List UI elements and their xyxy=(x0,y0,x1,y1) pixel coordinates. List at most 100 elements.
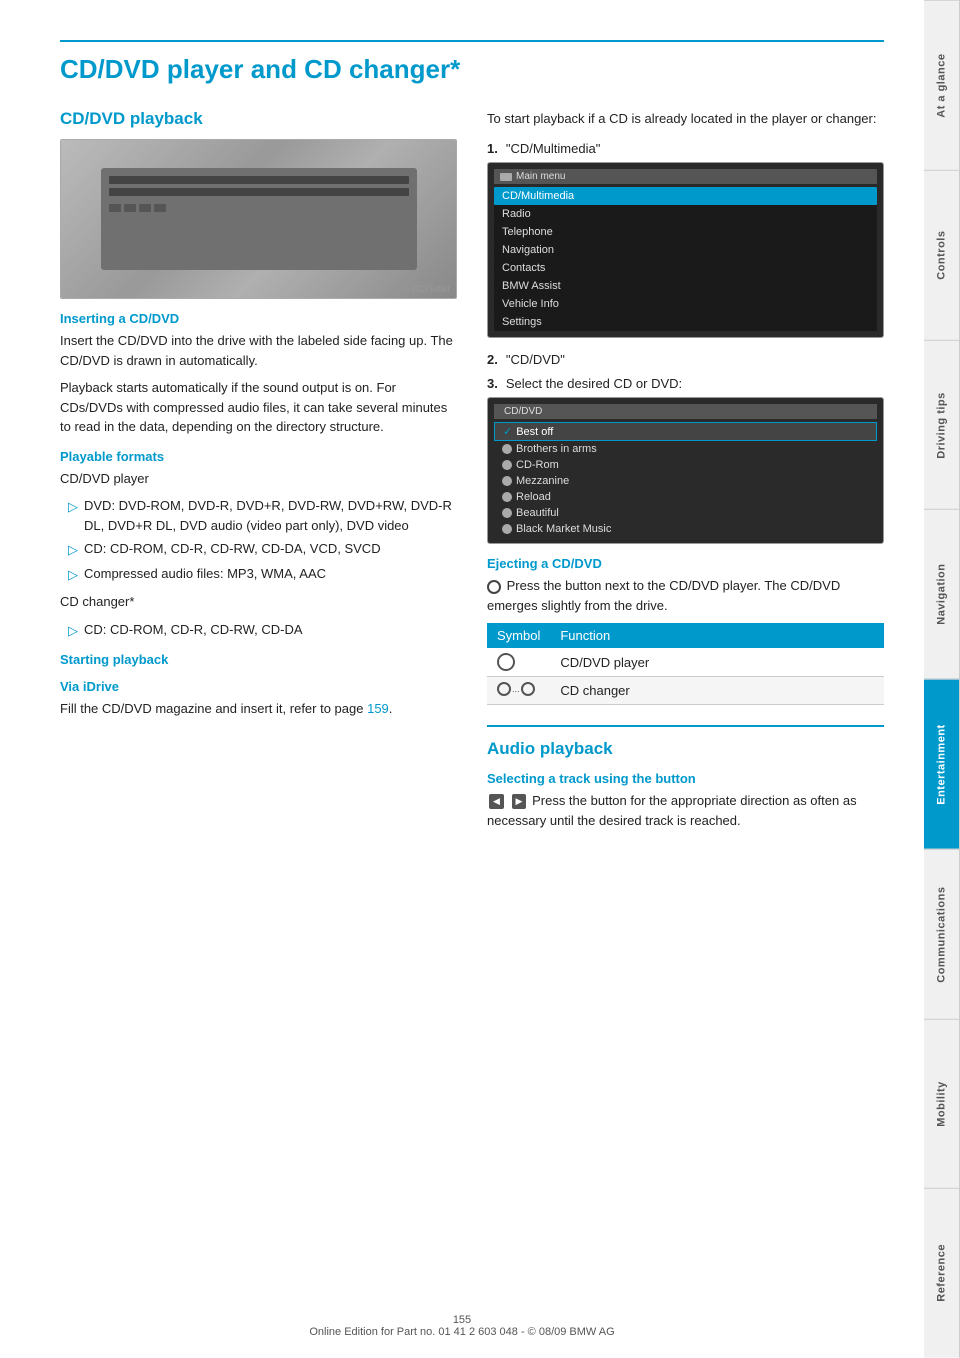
forward-button-icon: ▶ xyxy=(512,794,527,810)
cd-item-black-market: Black Market Music xyxy=(494,521,877,537)
main-menu-title-bar: Main menu xyxy=(494,169,877,184)
page-title: CD/DVD player and CD changer* xyxy=(60,40,884,85)
bullet-arrow-4: ▷ xyxy=(68,621,78,641)
ejecting-heading: Ejecting a CD/DVD xyxy=(487,556,884,571)
bullet-arrow-3: ▷ xyxy=(68,565,78,585)
device-btn-1 xyxy=(109,204,121,212)
cd-item-cdrom: CD-Rom xyxy=(494,457,877,473)
device-buttons xyxy=(109,204,409,212)
audio-playback-section: Audio playback Selecting a track using t… xyxy=(487,725,884,830)
disc-range-icon: ... xyxy=(497,682,535,696)
footer-text: Online Edition for Part no. 01 41 2 603 … xyxy=(309,1326,614,1338)
symbol-cell-1 xyxy=(487,648,550,677)
menu-icon xyxy=(500,173,512,181)
menu-item-telephone: Telephone xyxy=(494,223,877,241)
device-btn-3 xyxy=(139,204,151,212)
playable-formats-heading: Playable formats xyxy=(60,449,457,464)
sidebar-tab-entertainment[interactable]: Entertainment xyxy=(924,679,960,849)
sidebar-tab-driving-tips[interactable]: Driving tips xyxy=(924,340,960,510)
changer-label: CD changer* xyxy=(60,592,457,612)
starting-playback-heading: Starting playback xyxy=(60,652,457,667)
sidebar-tabs: At a glance Controls Driving tips Naviga… xyxy=(924,0,960,1358)
step-3: 3. Select the desired CD or DVD: xyxy=(487,374,884,394)
page-footer: 155 Online Edition for Part no. 01 41 2 … xyxy=(0,1314,924,1338)
disc-icon xyxy=(497,653,515,671)
menu-item-settings: Settings xyxy=(494,313,877,331)
step-3-num: 3. xyxy=(487,374,498,394)
menu-item-vehicle-info: Vehicle Info xyxy=(494,295,877,313)
function-cell-1: CD/DVD player xyxy=(550,648,884,677)
sidebar-tab-communications[interactable]: Communications xyxy=(924,849,960,1019)
changer-cd-bullet-item: ▷ CD: CD-ROM, CD-R, CD-RW, CD-DA xyxy=(68,620,457,641)
inserting-text-2: Playback starts automatically if the sou… xyxy=(60,378,457,437)
function-cell-2: CD changer xyxy=(550,677,884,705)
device-watermark: VECF6494 xyxy=(406,284,450,294)
menu-item-cd-multimedia: CD/Multimedia xyxy=(494,187,877,205)
back-button-icon: ◀ xyxy=(489,794,504,810)
via-idrive-heading: Via iDrive xyxy=(60,679,457,694)
cd-bullet-item: ▷ CD: CD-ROM, CD-R, CD-RW, CD-DA, VCD, S… xyxy=(68,539,457,560)
selecting-track-heading: Selecting a track using the button xyxy=(487,771,884,786)
step-1-text: "CD/Multimedia" xyxy=(506,139,600,159)
sidebar-tab-controls[interactable]: Controls xyxy=(924,170,960,340)
eject-icon xyxy=(487,580,501,594)
changer-cd-bullet-text: CD: CD-ROM, CD-R, CD-RW, CD-DA xyxy=(84,620,303,641)
cd-item-beautiful: Beautiful xyxy=(494,505,877,521)
selecting-track-text: ◀ ▶ Press the button for the appropriate… xyxy=(487,791,884,830)
ejecting-text-content: Press the button next to the CD/DVD play… xyxy=(487,578,840,613)
device-drawing xyxy=(101,168,417,271)
left-column: CD/DVD playback VECF6494 xyxy=(60,109,457,838)
step-3-text: Select the desired CD or DVD: xyxy=(506,374,682,394)
dvd-bullet-item: ▷ DVD: DVD-ROM, DVD-R, DVD+R, DVD-RW, DV… xyxy=(68,496,457,535)
audio-playback-heading: Audio playback xyxy=(487,739,884,759)
page-link-159[interactable]: 159 xyxy=(367,701,389,716)
main-menu-title: Main menu xyxy=(516,171,565,182)
symbol-cell-2: ... xyxy=(487,677,550,705)
sidebar-tab-mobility[interactable]: Mobility xyxy=(924,1019,960,1189)
cd-item-best-off: ✓ Best off xyxy=(494,422,877,441)
step-2-num: 2. xyxy=(487,350,498,370)
menu-item-contacts: Contacts xyxy=(494,259,877,277)
menu-item-radio: Radio xyxy=(494,205,877,223)
inserting-text-1: Insert the CD/DVD into the drive with th… xyxy=(60,331,457,370)
compressed-bullet-text: Compressed audio files: MP3, WMA, AAC xyxy=(84,564,326,585)
player-label: CD/DVD player xyxy=(60,469,457,489)
step-2: 2. "CD/DVD" xyxy=(487,350,884,370)
dvd-bullet-text: DVD: DVD-ROM, DVD-R, DVD+R, DVD-RW, DVD+… xyxy=(84,496,457,535)
table-row-cd-dvd-player: CD/DVD player xyxy=(487,648,884,677)
compressed-bullet-item: ▷ Compressed audio files: MP3, WMA, AAC xyxy=(68,564,457,585)
main-menu-screenshot: Main menu CD/Multimedia Radio Telephone … xyxy=(487,162,884,338)
cd-item-brothers: Brothers in arms xyxy=(494,441,877,457)
table-row-cd-changer: ... CD changer xyxy=(487,677,884,705)
dvd-format-list: ▷ DVD: DVD-ROM, DVD-R, DVD+R, DVD-RW, DV… xyxy=(68,496,457,584)
cd-menu-title-bar: CD/DVD xyxy=(494,404,877,419)
device-btn-2 xyxy=(124,204,136,212)
cd-item-reload: Reload xyxy=(494,489,877,505)
device-image: VECF6494 xyxy=(60,139,457,299)
bullet-arrow-2: ▷ xyxy=(68,540,78,560)
page-number: 155 xyxy=(453,1314,471,1326)
ejecting-text: Press the button next to the CD/DVD play… xyxy=(487,576,884,615)
step-1-num: 1. xyxy=(487,139,498,159)
device-slot-2 xyxy=(109,188,409,196)
main-content: CD/DVD player and CD changer* CD/DVD pla… xyxy=(0,0,924,898)
step-2-text: "CD/DVD" xyxy=(506,350,565,370)
device-btn-4 xyxy=(154,204,166,212)
cd-dvd-screenshot: CD/DVD ✓ Best off Brothers in arms CD-Ro… xyxy=(487,397,884,544)
two-column-layout: CD/DVD playback VECF6494 xyxy=(60,109,884,838)
via-idrive-text: Fill the CD/DVD magazine and insert it, … xyxy=(60,699,457,719)
sidebar-tab-navigation[interactable]: Navigation xyxy=(924,509,960,679)
menu-item-navigation: Navigation xyxy=(494,241,877,259)
cd-menu-title-text: CD/DVD xyxy=(504,406,542,417)
table-header-symbol: Symbol xyxy=(487,623,550,648)
menu-item-bmw-assist: BMW Assist xyxy=(494,277,877,295)
symbol-table: Symbol Function CD/DVD player xyxy=(487,623,884,705)
step-1: 1. "CD/Multimedia" xyxy=(487,139,884,159)
sidebar-tab-at-a-glance[interactable]: At a glance xyxy=(924,0,960,170)
sidebar-tab-reference[interactable]: Reference xyxy=(924,1188,960,1358)
bullet-arrow-1: ▷ xyxy=(68,497,78,535)
inserting-heading: Inserting a CD/DVD xyxy=(60,311,457,326)
changer-format-list: ▷ CD: CD-ROM, CD-R, CD-RW, CD-DA xyxy=(68,620,457,641)
cd-bullet-text: CD: CD-ROM, CD-R, CD-RW, CD-DA, VCD, SVC… xyxy=(84,539,381,560)
cd-dvd-playback-heading: CD/DVD playback xyxy=(60,109,457,129)
